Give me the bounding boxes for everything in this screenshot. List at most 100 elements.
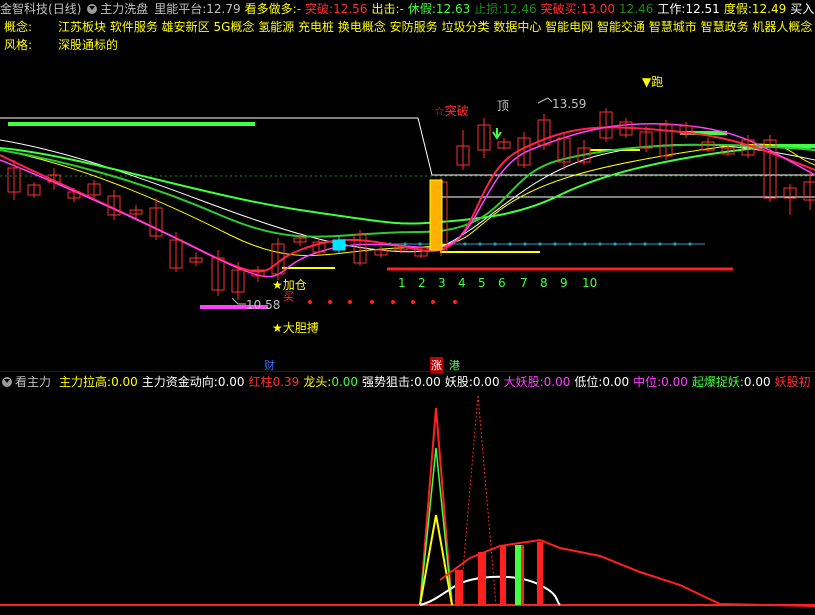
sub-field-label-9: 起爆捉妖:: [691, 375, 744, 389]
cyan-dot: [403, 242, 407, 246]
sub-field-value-9: 0.00: [743, 375, 771, 389]
low-price-label: 10.58: [246, 298, 281, 312]
cyan-dot: [568, 242, 572, 246]
title-bar: 金智科技(日线) 主力洗盘 里能平台:12.79 看多做多:- 突破:12.56 出击:…: [0, 1, 815, 17]
cyan-dot: [508, 242, 512, 246]
sub-indicator-dropdown-icon[interactable]: [2, 376, 12, 387]
header-field-label-1: 看多做多:: [244, 2, 297, 16]
concept-label: 概念:: [4, 20, 33, 34]
header-fields: 里能平台:12.79 看多做多:- 突破:12.56 出击:- 休假:12.63 止损:1…: [154, 2, 815, 16]
red-bar: [478, 552, 486, 605]
header-field-label-5: 止损:: [474, 2, 503, 16]
concept-row: 概念: 江苏板块 软件服务 雄安新区 5G概念 氢能源 充电桩 换电概念 安防服务…: [4, 19, 815, 35]
sub-field-label-3: 龙头:: [303, 375, 332, 389]
sub-field-value-6: 0.00: [543, 375, 571, 389]
sub-field-label-0: 主力拉高:: [59, 375, 112, 389]
cyan-dot: [673, 242, 677, 246]
cyan-dot: [493, 242, 497, 246]
red-dot: [348, 300, 352, 304]
green-bar: [515, 545, 521, 605]
cyan-dot: [688, 242, 692, 246]
cyan-dot: [583, 242, 587, 246]
sub-field-label-7: 低位:: [574, 375, 603, 389]
header-field-label-8: 工作:: [657, 2, 686, 16]
sub-field-value-4: 0.00: [414, 375, 441, 389]
app-name: 金智科技: [0, 2, 49, 16]
sub-field-value-8: 0.00: [661, 375, 688, 389]
cyan-dot: [418, 242, 422, 246]
header-field-value-5: 12.46: [502, 2, 537, 16]
red-dot: [431, 300, 435, 304]
day-counter-2: 2: [418, 276, 426, 290]
style-value: 深股通标的: [58, 38, 119, 52]
sub-field-label-4: 强势狙击:: [362, 375, 415, 389]
header-field-value-3: -: [399, 2, 404, 16]
header-field-value-6: 13.00: [580, 2, 616, 16]
cyan-dot: [628, 242, 632, 246]
ding-signal: 顶: [497, 99, 510, 113]
cyan-dot: [463, 242, 467, 246]
red-bar: [455, 570, 463, 605]
cyan-dot: [478, 242, 482, 246]
sub-field-value-7: 0.00: [602, 375, 630, 389]
pao-signal: ▼跑: [642, 75, 664, 89]
header-field-value-2: 12.56: [333, 2, 368, 16]
red-dot: [328, 300, 332, 304]
mai-signal: 买: [283, 290, 294, 303]
sub-field-value-1: 0.00: [217, 375, 245, 389]
sub-field-label-1: 主力资金动向:: [141, 375, 218, 389]
low-pointer: [231, 297, 246, 305]
day-counter-5: 5: [478, 276, 486, 290]
kline-chart[interactable]: [0, 60, 815, 370]
cyan-dot: [523, 242, 527, 246]
cyan-dot: [553, 242, 557, 246]
red-dot: [308, 300, 312, 304]
cyan-dot: [643, 242, 647, 246]
sub-field-label-10: 妖股初: [774, 375, 811, 389]
red-dot: [411, 300, 415, 304]
ma-yellow: [0, 143, 815, 256]
high-pointer: [537, 97, 553, 104]
sub-indicator-name[interactable]: 看主力: [15, 375, 51, 389]
dadanbo-signal: ★大胆搏: [272, 321, 319, 335]
style-label: 风格:: [4, 38, 33, 52]
cyan-dot: [598, 242, 602, 246]
sub-field-value-2: 0.39: [272, 375, 300, 389]
sub-field-label-5: 妖股:: [444, 375, 473, 389]
day-counter-9: 9: [560, 276, 568, 290]
day-counter-8: 8: [540, 276, 548, 290]
day-counter-10: 10: [582, 276, 598, 290]
header-field-label-4: 休假:: [407, 2, 436, 16]
header-field-value-7: 12.46: [619, 2, 654, 16]
sub-field-value-5: 0.00: [472, 375, 500, 389]
ma-magenta: [0, 122, 815, 278]
tupo-signal: ☆突破: [434, 104, 469, 118]
period-label: (日线): [48, 2, 82, 16]
cyan-dot: [658, 242, 662, 246]
header-field-label-10: 买入: [790, 2, 815, 16]
day-counter-1: 1: [398, 276, 406, 290]
header-field-label-2: 突破:: [305, 2, 334, 16]
red-dot: [453, 300, 457, 304]
sub-field-value-0: 0.00: [111, 375, 138, 389]
indicator-dropdown-icon[interactable]: [87, 3, 98, 14]
down-arrow-icon: [492, 128, 502, 140]
sub-field-value-3: 0.00: [331, 375, 359, 389]
sub-fields: 主力拉高:0.00 主力资金动向:0.00 红柱0.39 龙头:0.00 强势狙击:0.…: [59, 375, 815, 389]
sub-field-label-2: 红柱: [248, 375, 273, 389]
sub-indicator-chart[interactable]: [0, 388, 815, 615]
day-counter-3: 3: [438, 276, 446, 290]
header-field-label-0: 里能平台:: [154, 2, 207, 16]
day-counter-4: 4: [458, 276, 466, 290]
day-counter-7: 7: [520, 276, 528, 290]
header-field-label-9: 度假:: [723, 2, 752, 16]
header-field-value-8: 12.51: [685, 2, 720, 16]
sub-field-label-8: 中位:: [633, 375, 662, 389]
red-trend: [439, 538, 815, 607]
red-bar: [537, 542, 543, 605]
indicator-name[interactable]: 主力洗盘: [100, 2, 148, 16]
cyan-dot: [538, 242, 542, 246]
header-field-value-0: 12.79: [206, 2, 241, 16]
header-field-value-4: 12.63: [435, 2, 471, 16]
red-dot: [370, 300, 374, 304]
